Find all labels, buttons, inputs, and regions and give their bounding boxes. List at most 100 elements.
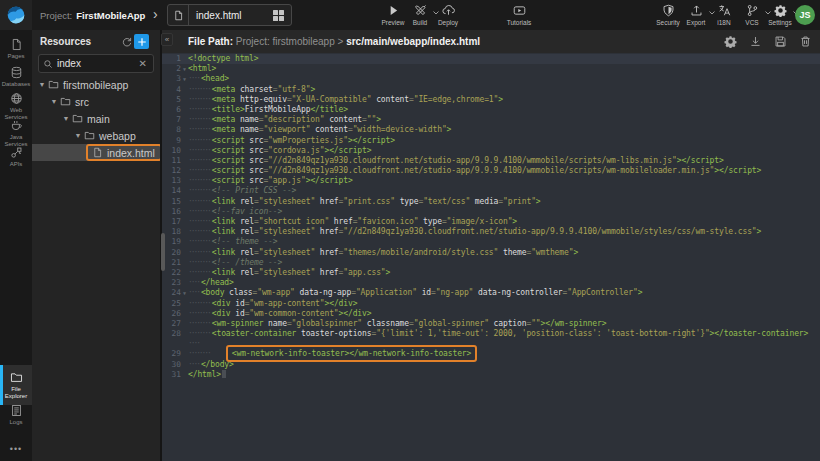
code-line[interactable]: 6········<title>FirstMobileApp</title> — [162, 105, 820, 115]
sidebar-item-java-services[interactable]: JavaServices — [0, 119, 32, 147]
app-logo[interactable] — [0, 0, 32, 30]
code-line[interactable]: 9········<script src="wmProperties.js"><… — [162, 136, 820, 146]
clear-search-icon[interactable]: ✕ — [139, 58, 147, 69]
gutter-space — [181, 278, 188, 288]
refresh-icon[interactable] — [119, 34, 134, 49]
code-line[interactable]: 15········<link rel="stylesheet" href="p… — [162, 197, 820, 207]
resource-search-input[interactable]: index ✕ — [38, 54, 154, 73]
gutter-space — [181, 370, 188, 380]
code-text: ········<wm-spinner name="globalspinner"… — [188, 319, 606, 329]
code-line[interactable]: 26········<div id="wm-common-content"></… — [162, 309, 820, 319]
code-line[interactable]: 22········<link rel="stylesheet" href="a… — [162, 268, 820, 278]
code-line[interactable]: 5········<meta http-equiv="X-UA-Compatib… — [162, 95, 820, 105]
gutter-space — [181, 227, 188, 237]
code-line[interactable]: 14········<!-- Print CSS --> — [162, 186, 820, 196]
add-resource-button[interactable] — [134, 34, 149, 49]
fold-arrow-icon[interactable]: ▼ — [181, 64, 188, 74]
code-line[interactable]: 18········<link rel="stylesheet" href="/… — [162, 227, 820, 237]
code-text: ········<div id="wm-app-content"></div> — [188, 299, 357, 309]
save-icon[interactable] — [773, 33, 787, 49]
file-icon — [92, 147, 103, 158]
folder-icon — [10, 371, 23, 384]
tree-item-src[interactable]: ▼src — [32, 93, 160, 110]
database-icon — [10, 66, 23, 79]
gutter-space — [181, 268, 188, 278]
delete-icon[interactable] — [798, 33, 812, 49]
gutter-space — [181, 339, 188, 349]
gutter-space — [181, 197, 188, 207]
code-line[interactable]: 11········<script src="//d2n849qz1ya930.… — [162, 156, 820, 166]
tab-label: index.html — [189, 10, 273, 21]
code-line[interactable]: 13········<script src="app.js"></script> — [162, 176, 820, 186]
tree-expand-arrow[interactable]: ▼ — [38, 81, 46, 88]
file-settings-icon[interactable] — [723, 33, 737, 49]
line-number: 27 — [162, 319, 181, 329]
gutter-space — [181, 309, 188, 319]
deploy-button[interactable]: Deploy — [428, 4, 468, 26]
sidebar-item-web-services[interactable]: WebServices — [0, 92, 32, 120]
code-line[interactable]: 17········<link rel="shortcut icon" href… — [162, 217, 820, 227]
sidebar-item-apis[interactable]: APIs — [0, 146, 32, 168]
code-line[interactable]: 7········<meta name="description" conten… — [162, 115, 820, 125]
collapse-panel-button[interactable]: « — [161, 33, 173, 46]
user-avatar[interactable]: JS — [795, 5, 815, 25]
code-line[interactable]: 4········<meta charset="utf-8"> — [162, 85, 820, 95]
tree-expand-arrow[interactable]: ▼ — [74, 132, 82, 139]
video-icon — [513, 4, 526, 17]
breadcrumb-chevron-icon: › — [153, 6, 158, 22]
tree-expand-arrow[interactable]: ▼ — [50, 98, 58, 105]
sidebar-more-button[interactable]: ••• — [0, 444, 32, 454]
code-line[interactable]: 8········<meta name="viewport" content="… — [162, 125, 820, 135]
sidebar-item-file-explorer[interactable]: FileExplorer — [0, 365, 32, 405]
tutorials-button[interactable]: Tutorials — [499, 4, 539, 26]
settings-button[interactable]: Settings — [760, 4, 800, 26]
sidebar-item-databases[interactable]: Databases — [0, 66, 32, 88]
panel-resize-handle[interactable] — [161, 233, 165, 271]
code-line[interactable]: 27 ········<wm-spinner name="globalspinne… — [162, 319, 820, 329]
code-line[interactable]: 23····</head> — [162, 278, 820, 288]
deploy-icon — [442, 4, 455, 17]
tree-item-index-html[interactable]: index.html — [32, 144, 160, 161]
gutter-space — [181, 319, 188, 329]
code-line[interactable]: 1<!doctype html> — [162, 54, 820, 64]
line-number: 25 — [162, 299, 181, 309]
line-number: 8 — [162, 125, 181, 135]
code-line[interactable]: 2▼<html> — [162, 64, 820, 74]
code-line[interactable]: 24▼····<body class="wm-app" data-ng-app=… — [162, 288, 820, 298]
tab-index-html[interactable]: index.html — [167, 4, 292, 26]
grid-view-icon[interactable] — [273, 10, 284, 21]
code-line[interactable]: 30····</body> — [162, 360, 820, 370]
code-text: ········<!-- Print CSS --> — [188, 186, 296, 196]
code-line[interactable]: 10········<script src="cordova.js"></scr… — [162, 146, 820, 156]
code-line[interactable]: 12········<script src="//d2n849qz1ya930.… — [162, 166, 820, 176]
code-line[interactable]: 29········<wm-network-info-toaster></wm-… — [162, 349, 820, 359]
code-line[interactable]: 28········<toaster-container toaster-opt… — [162, 329, 820, 339]
code-line[interactable]: 20········<link rel="stylesheet" href="t… — [162, 248, 820, 258]
gutter-space — [181, 207, 188, 217]
tree-item-main[interactable]: ▼main — [32, 110, 160, 127]
search-icon — [43, 59, 53, 69]
code-text: ····<head> — [188, 74, 229, 84]
coffee-icon — [10, 119, 23, 132]
project-breadcrumb[interactable]: Project:FirstMobileApp — [40, 0, 145, 30]
tree-item-webapp[interactable]: ▼webapp — [32, 127, 160, 144]
code-line[interactable]: 31</html> — [162, 370, 820, 380]
code-editor[interactable]: 1<!doctype html>2▼<html>3▼····<head>4···… — [162, 53, 820, 461]
tree-item-firstmobileapp[interactable]: ▼firstmobileapp — [32, 76, 160, 93]
line-number: 9 — [162, 136, 181, 146]
download-icon[interactable] — [748, 33, 762, 49]
sidebar-item-pages[interactable]: Pages — [0, 38, 32, 60]
code-text: ········<meta charset="utf-8"> — [188, 85, 315, 95]
code-line[interactable]: 3▼····<head> — [162, 74, 820, 84]
code-text: ········<script src="cordova.js"></scrip… — [188, 146, 371, 156]
folder-icon — [60, 96, 71, 107]
code-line[interactable]: 19········<!-- theme --> — [162, 237, 820, 247]
tree-expand-arrow[interactable]: ▼ — [62, 115, 70, 122]
sidebar-item-logs[interactable]: Logs — [0, 404, 32, 426]
code-line[interactable]: 25 ········<div id="wm-app-content"></div… — [162, 299, 820, 309]
fold-arrow-icon[interactable]: ▼ — [181, 74, 188, 84]
code-line[interactable]: 21········<!-- /theme --> — [162, 258, 820, 268]
fold-arrow-icon[interactable]: ▼ — [181, 288, 188, 298]
code-text: ········<wm-network-info-toaster></wm-ne… — [188, 349, 477, 359]
code-line[interactable]: 16········<!--fav icon--> — [162, 207, 820, 217]
